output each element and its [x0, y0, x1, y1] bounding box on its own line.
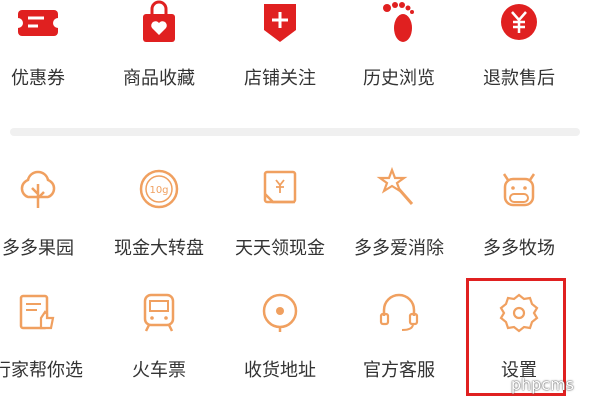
cow-icon [502, 173, 536, 207]
svg-text:10g: 10g [149, 185, 168, 196]
coupon-icon [14, 10, 62, 36]
favorite-bag-icon [143, 0, 175, 42]
top-menu: 优惠券 商品收藏 店铺关注 历史浏览 退款售后 [0, 0, 600, 110]
train-icon [143, 293, 175, 332]
menu-item-store-follow[interactable]: 店铺关注 [220, 0, 340, 110]
service-orchard[interactable]: 多多果园 [0, 160, 98, 270]
menu-item-favorites[interactable]: 商品收藏 [99, 0, 219, 110]
service-label: 收货地址 [244, 360, 316, 381]
spin-wheel-icon: 10g [139, 169, 179, 209]
menu-label: 退款售后 [483, 68, 555, 89]
service-ranch[interactable]: 多多牧场 [459, 160, 579, 270]
cash-envelope-icon [263, 170, 297, 204]
service-label: 多多牧场 [483, 238, 555, 259]
menu-item-coupon[interactable]: 优惠券 [0, 0, 98, 110]
section-divider [10, 128, 580, 136]
location-pin-icon [262, 293, 298, 332]
service-label: 现金大转盘 [114, 238, 204, 259]
menu-item-history[interactable]: 历史浏览 [339, 0, 459, 110]
service-daily-cash[interactable]: 天天领现金 [220, 160, 340, 270]
service-expert-picks[interactable]: 行家帮你选 [0, 280, 98, 400]
service-match-game[interactable]: 多多爱消除 [339, 160, 459, 270]
store-follow-icon [264, 4, 296, 42]
footprint-icon [383, 2, 414, 42]
service-spin-wheel[interactable]: 10g 现金大转盘 [99, 160, 219, 270]
service-address[interactable]: 收货地址 [220, 280, 340, 400]
service-label: 多多爱消除 [354, 238, 444, 259]
service-label: 多多果园 [2, 238, 74, 259]
thumbs-up-doc-icon [19, 294, 55, 330]
menu-label: 历史浏览 [363, 68, 435, 89]
services-row-1: 多多果园 10g 现金大转盘 天天领现金 多多爱消除 多多牧场 [0, 160, 600, 270]
tree-icon [20, 170, 56, 208]
menu-label: 优惠券 [11, 68, 65, 89]
service-customer-support[interactable]: 官方客服 [339, 280, 459, 400]
refund-icon [501, 4, 537, 40]
service-label: 行家帮你选 [0, 360, 83, 381]
service-train-tickets[interactable]: 火车票 [99, 280, 219, 400]
menu-item-refund[interactable]: 退款售后 [459, 0, 579, 110]
watermark-text: phpcms [510, 375, 574, 394]
service-label: 天天领现金 [235, 238, 325, 259]
menu-label: 店铺关注 [244, 68, 316, 89]
menu-label: 商品收藏 [123, 68, 195, 89]
headset-icon [379, 293, 419, 331]
service-label: 火车票 [132, 360, 186, 381]
star-wand-icon [376, 166, 414, 205]
service-label: 官方客服 [363, 360, 435, 381]
